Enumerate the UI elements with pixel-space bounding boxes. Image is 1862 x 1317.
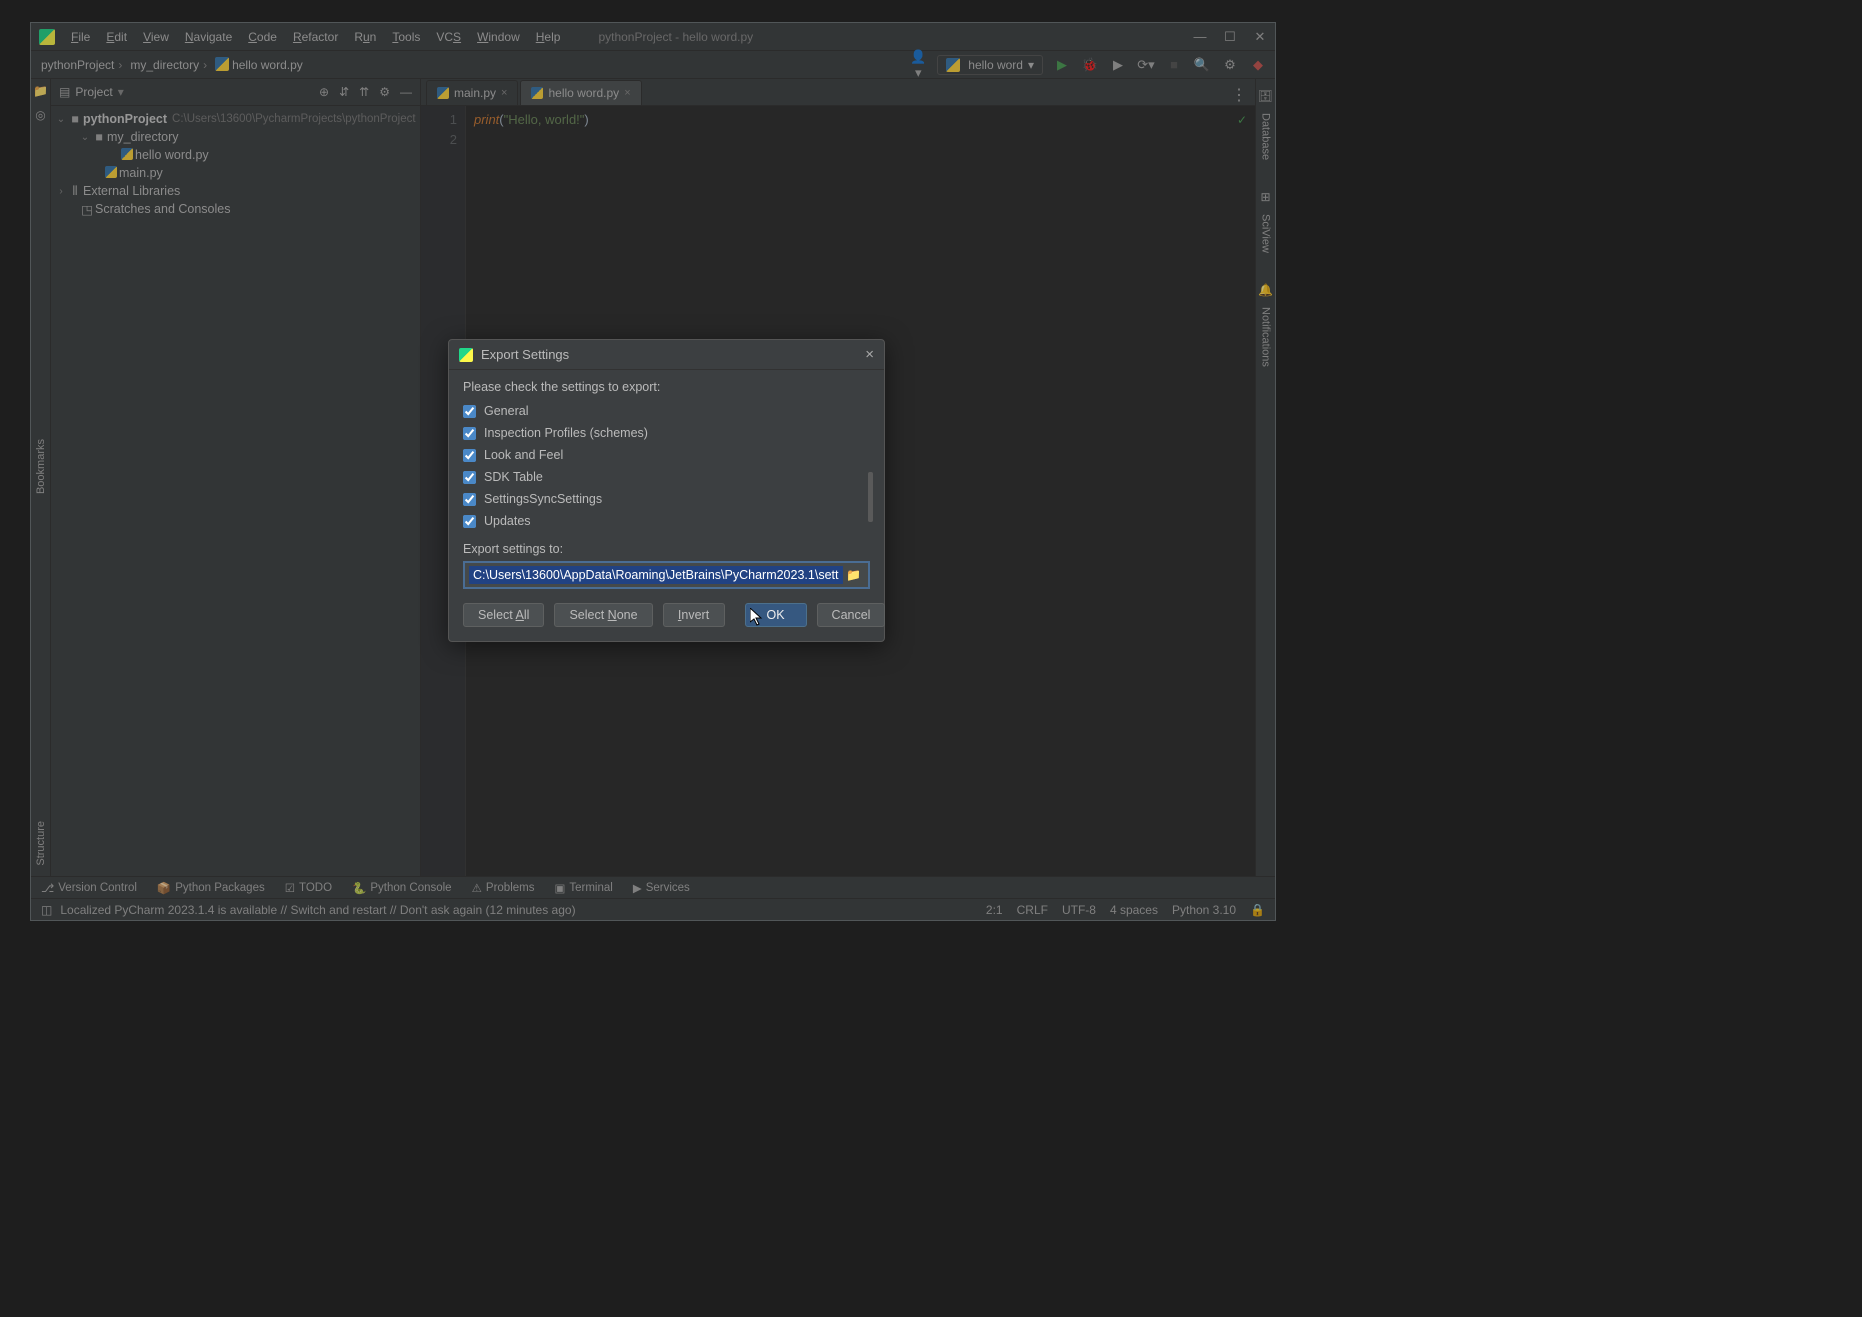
- item-label: Updates: [484, 514, 531, 528]
- checklist-item[interactable]: Look and Feel: [463, 444, 870, 466]
- export-path-input[interactable]: [469, 566, 843, 584]
- cancel-button[interactable]: Cancel: [817, 603, 886, 627]
- select-all-button[interactable]: Select All: [463, 603, 544, 627]
- checkbox[interactable]: [463, 427, 476, 440]
- pycharm-logo-icon: [459, 348, 473, 362]
- select-none-button[interactable]: Select None: [554, 603, 652, 627]
- checklist-item[interactable]: General: [463, 400, 870, 422]
- checkbox[interactable]: [463, 471, 476, 484]
- export-settings-dialog: Export Settings × Please check the setti…: [448, 339, 885, 642]
- checklist-item[interactable]: SDK Table: [463, 466, 870, 488]
- export-path-field: 📁: [463, 561, 870, 589]
- invert-button[interactable]: Invert: [663, 603, 725, 627]
- checkbox[interactable]: [463, 405, 476, 418]
- item-label: SDK Table: [484, 470, 543, 484]
- item-label: Look and Feel: [484, 448, 563, 462]
- dialog-title: Export Settings: [481, 347, 569, 362]
- ok-button[interactable]: OK: [745, 603, 807, 627]
- checklist-item[interactable]: Updates: [463, 510, 870, 532]
- checkbox[interactable]: [463, 515, 476, 528]
- checklist-item[interactable]: SettingsSyncSettings: [463, 488, 870, 510]
- dialog-title-bar: Export Settings ×: [449, 340, 884, 370]
- export-to-label: Export settings to:: [463, 542, 870, 556]
- close-dialog-icon[interactable]: ×: [865, 346, 874, 363]
- checkbox[interactable]: [463, 449, 476, 462]
- item-label: General: [484, 404, 528, 418]
- scrollbar[interactable]: [868, 472, 873, 522]
- settings-checklist: General Inspection Profiles (schemes) Lo…: [463, 400, 870, 532]
- item-label: Inspection Profiles (schemes): [484, 426, 648, 440]
- browse-icon[interactable]: 📁: [843, 568, 864, 582]
- item-label: SettingsSyncSettings: [484, 492, 602, 506]
- dialog-prompt: Please check the settings to export:: [463, 380, 870, 394]
- checkbox[interactable]: [463, 493, 476, 506]
- checklist-item[interactable]: Inspection Profiles (schemes): [463, 422, 870, 444]
- ide-window: File Edit View Navigate Code Refactor Ru…: [30, 22, 1276, 921]
